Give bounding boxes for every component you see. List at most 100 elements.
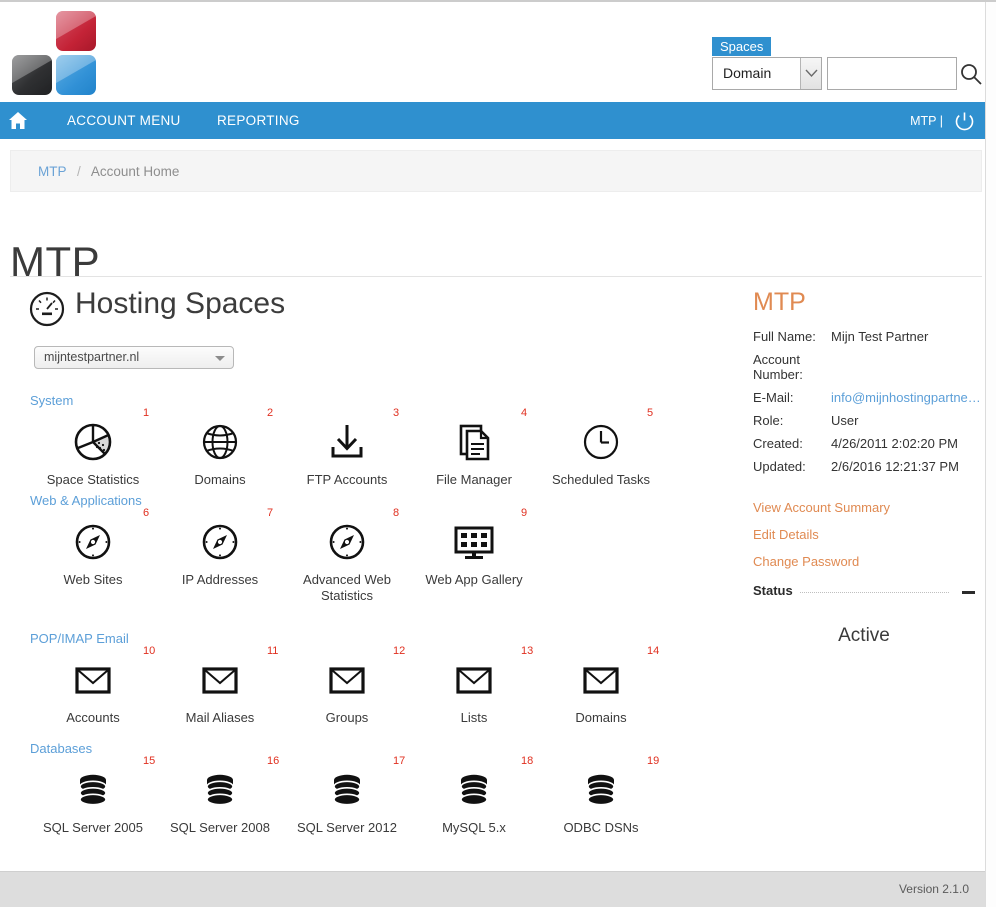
tile-ftp-accounts[interactable]: 3 FTP Accounts — [292, 407, 402, 488]
tile-ip-addresses[interactable]: 7 IP Addresses — [165, 507, 275, 588]
account-info-value — [831, 348, 983, 386]
tile-scheduled-tasks[interactable]: 5 Scheduled Tasks — [546, 407, 656, 488]
tile-label: Web Sites — [63, 572, 123, 587]
tile-web-app-gallery[interactable]: 9 Web App Gallery — [419, 507, 529, 588]
envelope-icon — [165, 659, 275, 701]
footer: Version 2.1.0 — [0, 871, 985, 907]
status-label: Status — [753, 583, 799, 598]
tile-sql-server-2012[interactable]: 17 SQL Server 2012 — [292, 755, 405, 836]
search-scope-select[interactable]: Domain — [712, 57, 822, 90]
tile-mysql-5-x[interactable]: 18 MySQL 5.x — [419, 755, 533, 836]
tile-label: MySQL 5.x — [442, 820, 506, 835]
tile-badge: 5 — [647, 407, 654, 419]
mijn-hosting-partner-logo[interactable] — [8, 9, 100, 97]
breadcrumb-inner: MTP / Account Home — [38, 164, 179, 179]
tile-badge: 8 — [393, 507, 400, 519]
tile-label: Domains — [575, 710, 627, 725]
tile-odbc-dsns[interactable]: 19 ODBC DSNs — [546, 755, 659, 836]
hosting-spaces-panel: Hosting Spaces mijntestpartner.nl System… — [10, 287, 720, 835]
tile-label: Lists — [460, 710, 488, 725]
tile-advanced-web-statistics[interactable]: 8 Advanced Web Statistics — [292, 507, 402, 604]
search-icon[interactable] — [959, 62, 983, 86]
search-input[interactable] — [827, 57, 957, 90]
globe-icon — [165, 421, 275, 463]
group-label[interactable]: System — [30, 393, 73, 408]
tile-sql-server-2005[interactable]: 15 SQL Server 2005 — [38, 755, 155, 836]
hosting-space-select[interactable]: mijntestpartner.nl — [34, 346, 234, 369]
tile-badge: 9 — [521, 507, 528, 519]
status-section-header: Status — [753, 583, 975, 603]
tile-label: Scheduled Tasks — [551, 472, 651, 487]
tile-accounts[interactable]: 10 Accounts — [38, 645, 155, 726]
tile-badge: 7 — [267, 507, 274, 519]
compass-icon — [292, 521, 402, 563]
tile-badge: 4 — [521, 407, 528, 419]
breadcrumb-item-root[interactable]: MTP — [38, 164, 66, 179]
compass-icon — [165, 521, 275, 563]
account-info-value: 4/26/2011 2:02:20 PM — [831, 436, 958, 451]
logo-tile-red — [56, 11, 96, 51]
database-icon — [38, 769, 148, 811]
account-info-row: Role: User — [753, 409, 983, 432]
masthead: Spaces Domain — [0, 2, 985, 102]
tile-badge: 13 — [521, 645, 534, 657]
status-badge: Active — [838, 625, 890, 646]
chevron-down-icon — [800, 58, 821, 89]
spaces-tab[interactable]: Spaces — [712, 37, 772, 56]
account-info-value: User — [831, 413, 859, 428]
tile-badge: 6 — [143, 507, 150, 519]
account-info-value: Mijn Test Partner — [831, 329, 929, 344]
account-info-value: info@mijnhostingpartner.n... — [831, 386, 983, 409]
account-link-change-password[interactable]: Change Password — [753, 554, 983, 569]
tile-domains[interactable]: 14 Domains — [546, 645, 659, 726]
tile-mail-aliases[interactable]: 11 Mail Aliases — [165, 645, 279, 726]
tile-domains[interactable]: 2 Domains — [165, 407, 275, 488]
tile-badge: 18 — [521, 755, 534, 767]
account-action-links: View Account Summary Edit Details Change P… — [745, 500, 983, 569]
tile-badge: 2 — [267, 407, 274, 419]
account-info-key: Updated: — [753, 459, 806, 474]
account-info-row: Updated: 2/6/2016 12:21:37 PM — [753, 455, 983, 478]
group-label[interactable]: POP/IMAP Email — [30, 631, 129, 646]
current-user-label: MTP | — [910, 114, 943, 128]
logo-tile-blue — [56, 55, 96, 95]
tile-label: IP Addresses — [181, 572, 259, 587]
tile-label: SQL Server 2005 — [43, 820, 143, 835]
tile-lists[interactable]: 13 Lists — [419, 645, 533, 726]
collapse-minus-icon[interactable] — [962, 585, 975, 598]
page-title: MTP — [10, 238, 101, 286]
tile-web-sites[interactable]: 6 Web Sites — [38, 507, 149, 588]
tile-badge: 19 — [647, 755, 660, 767]
account-info-row: Full Name: Mijn Test Partner — [753, 325, 983, 348]
right-gutter — [985, 2, 996, 907]
email-link[interactable]: info@mijnhostingpartner.n... — [831, 390, 983, 405]
tile-sql-server-2008[interactable]: 16 SQL Server 2008 — [165, 755, 279, 836]
nav-item-reporting[interactable]: REPORTING — [217, 113, 300, 128]
clock-icon — [546, 421, 656, 463]
tile-badge: 14 — [647, 645, 660, 657]
database-icon — [292, 769, 402, 811]
account-link-edit-details[interactable]: Edit Details — [753, 527, 983, 542]
tile-badge: 1 — [143, 407, 150, 419]
tile-space-statistics[interactable]: 1 Space Statistics — [38, 407, 149, 488]
tile-label: Accounts — [66, 710, 120, 725]
envelope-icon — [38, 659, 148, 701]
tile-badge: 3 — [393, 407, 400, 419]
tile-groups[interactable]: 12 Groups — [292, 645, 406, 726]
group-label[interactable]: Databases — [30, 741, 92, 756]
tile-label: Space Statistics — [46, 472, 140, 487]
account-link-view-account-summary[interactable]: View Account Summary — [753, 500, 983, 515]
gauge-icon — [28, 290, 66, 328]
envelope-icon — [292, 659, 402, 701]
monitor-grid-icon — [419, 521, 529, 563]
power-logout-icon[interactable] — [954, 111, 975, 132]
home-icon[interactable] — [8, 111, 28, 130]
database-icon — [419, 769, 529, 811]
account-info-row: Created: 4/26/2011 2:02:20 PM — [753, 432, 983, 455]
nav-item-account-menu[interactable]: ACCOUNT MENU — [67, 113, 181, 128]
chevron-down-icon — [215, 356, 225, 361]
version-label: Version 2.1.0 — [898, 882, 969, 896]
group-label[interactable]: Web & Applications — [30, 493, 142, 508]
logo-tile-black — [12, 55, 52, 95]
tile-file-manager[interactable]: 4 File Manager — [419, 407, 529, 488]
